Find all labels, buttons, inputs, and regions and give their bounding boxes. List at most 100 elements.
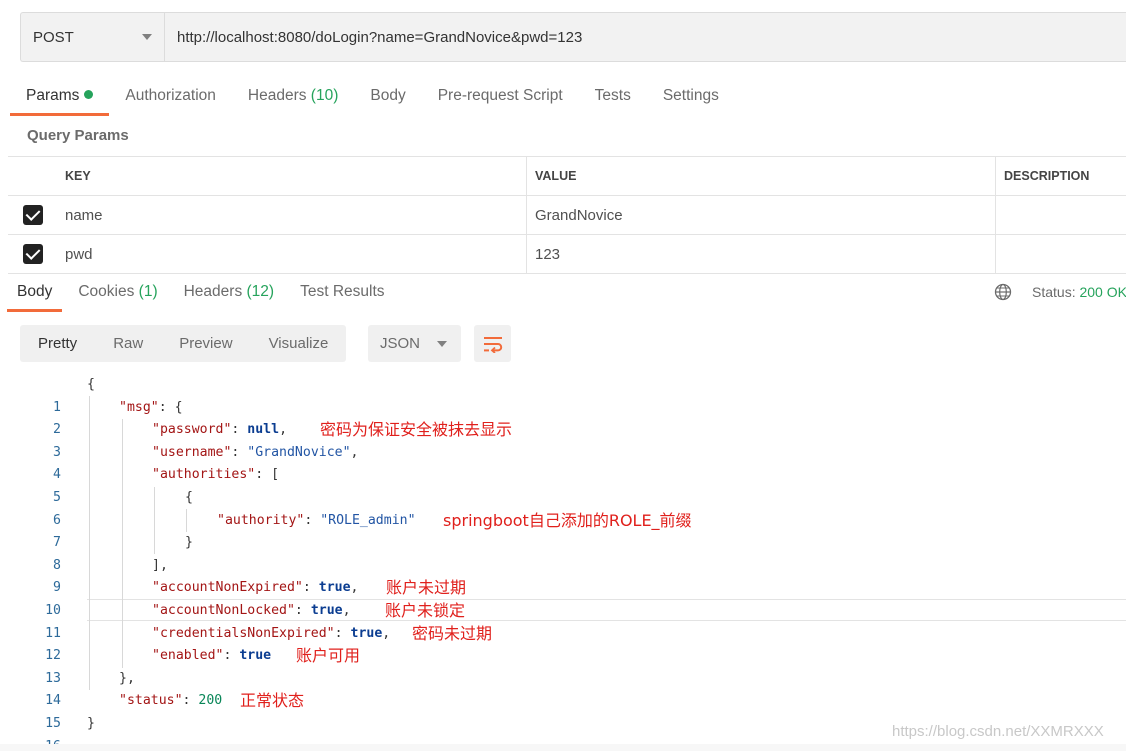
tab-cookies[interactable]: Cookies (1) — [68, 276, 167, 312]
code-line: 7 "authority": "ROLE_admin" springboot自己… — [0, 510, 1126, 551]
wrap-lines-button[interactable] — [474, 325, 511, 362]
json-punct: : { — [158, 399, 183, 415]
table-row: name GrandNovice — [8, 196, 1126, 235]
code-line-text: "status": 200 — [119, 690, 222, 713]
json-value: "ROLE_admin" — [320, 512, 416, 528]
json-punct: : — [223, 648, 240, 664]
chevron-down-icon — [142, 34, 152, 40]
json-key: "username" — [152, 444, 232, 460]
header-checkbox-cell — [8, 157, 57, 195]
tab-label: Headers — [247, 87, 307, 104]
tab-label: Test Results — [300, 283, 385, 300]
code-token: ], — [152, 557, 168, 573]
json-key: "authorities" — [152, 467, 256, 483]
method-label: POST — [33, 28, 74, 46]
table-header-row: KEY VALUE DESCRIPTION — [8, 157, 1126, 196]
tab-label: Headers — [183, 283, 243, 300]
code-line: 5 "authorities": [ — [0, 464, 1126, 505]
code-line-text: "msg": { — [119, 397, 183, 420]
json-punct: : — [334, 625, 351, 641]
code-token: } — [87, 715, 95, 731]
annotation-account-non-expired: 账户未过期 — [386, 578, 467, 598]
tab-settings[interactable]: Settings — [647, 80, 735, 116]
code-token: { — [87, 377, 95, 392]
tab-label: Cookies — [78, 283, 135, 300]
code-line: 4 "username": "GrandNovice", — [0, 442, 1126, 483]
code-line-text: "authorities": [ — [152, 464, 279, 487]
json-punct: : — [294, 602, 311, 618]
format-select[interactable]: JSON — [368, 325, 461, 362]
row-checkbox[interactable] — [22, 244, 43, 264]
json-punct: , — [350, 580, 359, 596]
view-preview-button[interactable]: Preview — [161, 325, 250, 362]
tab-body[interactable]: Body — [354, 80, 421, 116]
tab-test-results[interactable]: Test Results — [290, 276, 394, 312]
chevron-down-icon — [437, 340, 447, 347]
view-raw-button[interactable]: Raw — [95, 325, 161, 362]
json-punct: : — [304, 512, 321, 528]
tab-params[interactable]: Params — [10, 80, 110, 116]
code-line: 8 } — [0, 532, 1126, 573]
status-label: Status: — [1032, 284, 1076, 300]
code-line: 10 "accountNonExpired": true, 账户未过期 — [0, 577, 1126, 618]
json-key: "password" — [152, 422, 232, 438]
param-key[interactable]: name — [57, 196, 527, 234]
code-token: }, — [119, 670, 135, 686]
code-line: 15 "status": 200 正常状态 — [0, 690, 1126, 731]
method-select[interactable]: POST — [21, 13, 165, 61]
status-area: Status: 200 OK — [994, 283, 1126, 301]
tab-label: Body — [17, 283, 53, 300]
json-punct: : — [302, 580, 319, 596]
param-key[interactable]: pwd — [57, 235, 527, 273]
code-line-text: "accountNonExpired": true, — [152, 577, 358, 600]
table-row: pwd 123 — [8, 235, 1126, 274]
json-punct: : [ — [255, 467, 280, 483]
json-punct: , — [382, 625, 391, 641]
json-key: "accountNonLocked" — [152, 602, 295, 618]
active-dot-icon — [84, 90, 94, 100]
view-pretty-button[interactable]: Pretty — [20, 325, 95, 362]
tab-response-headers[interactable]: Headers (12) — [174, 276, 284, 312]
tab-headers[interactable]: Headers (10) — [232, 80, 354, 116]
wrap-lines-icon — [483, 336, 502, 353]
json-value: true — [310, 602, 343, 618]
request-tabs: Params Authorization Headers (10) Body P… — [10, 80, 735, 116]
code-line-text: "authority": "ROLE_admin" — [217, 510, 416, 533]
bottom-edge — [0, 744, 1126, 751]
view-visualize-button[interactable]: Visualize — [251, 325, 347, 362]
tab-tests[interactable]: Tests — [579, 80, 647, 116]
param-value[interactable]: 123 — [527, 235, 996, 273]
json-key: "authority" — [217, 512, 305, 528]
globe-icon[interactable] — [994, 283, 1012, 301]
param-value[interactable]: GrandNovice — [527, 196, 996, 234]
json-value: true — [350, 625, 383, 641]
request-bar: POST http://localhost:8080/doLogin?name=… — [20, 12, 1126, 62]
json-key: "enabled" — [152, 648, 224, 664]
param-description[interactable] — [996, 235, 1126, 273]
param-description[interactable] — [996, 196, 1126, 234]
params-table: KEY VALUE DESCRIPTION name GrandNovice p… — [8, 156, 1126, 274]
tab-pre-request-script[interactable]: Pre-request Script — [422, 80, 579, 116]
header-description: DESCRIPTION — [1004, 169, 1090, 183]
annotation-enabled: 账户可用 — [296, 646, 361, 666]
tab-response-body[interactable]: Body — [7, 276, 63, 312]
url-input[interactable]: http://localhost:8080/doLogin?name=Grand… — [165, 29, 582, 46]
format-label: JSON — [380, 335, 421, 352]
code-line: 12 "credentialsNonExpired": true, 密码未过期 — [0, 623, 1126, 664]
query-params-title: Query Params — [27, 127, 129, 144]
row-checkbox[interactable] — [22, 205, 43, 225]
json-value: "GrandNovice" — [247, 444, 351, 460]
checkbox-cell — [8, 196, 57, 234]
code-line-text: "username": "GrandNovice", — [152, 442, 358, 465]
code-token: } — [185, 535, 193, 551]
json-punct: : — [231, 422, 248, 438]
json-key: "msg" — [119, 399, 159, 415]
code-line: 14 }, — [0, 668, 1126, 709]
tab-count: (1) — [138, 283, 158, 300]
code-line: 9 ], — [0, 555, 1126, 596]
tab-authorization[interactable]: Authorization — [109, 80, 231, 116]
annotation-authority: springboot自己添加的ROLE_前缀 — [443, 510, 692, 530]
code-token: { — [185, 489, 193, 505]
json-key: "accountNonExpired" — [152, 580, 303, 596]
response-code-viewer[interactable]: 1 { 2 "msg": { 3 "password": null, 密码为保证… — [0, 374, 1126, 751]
